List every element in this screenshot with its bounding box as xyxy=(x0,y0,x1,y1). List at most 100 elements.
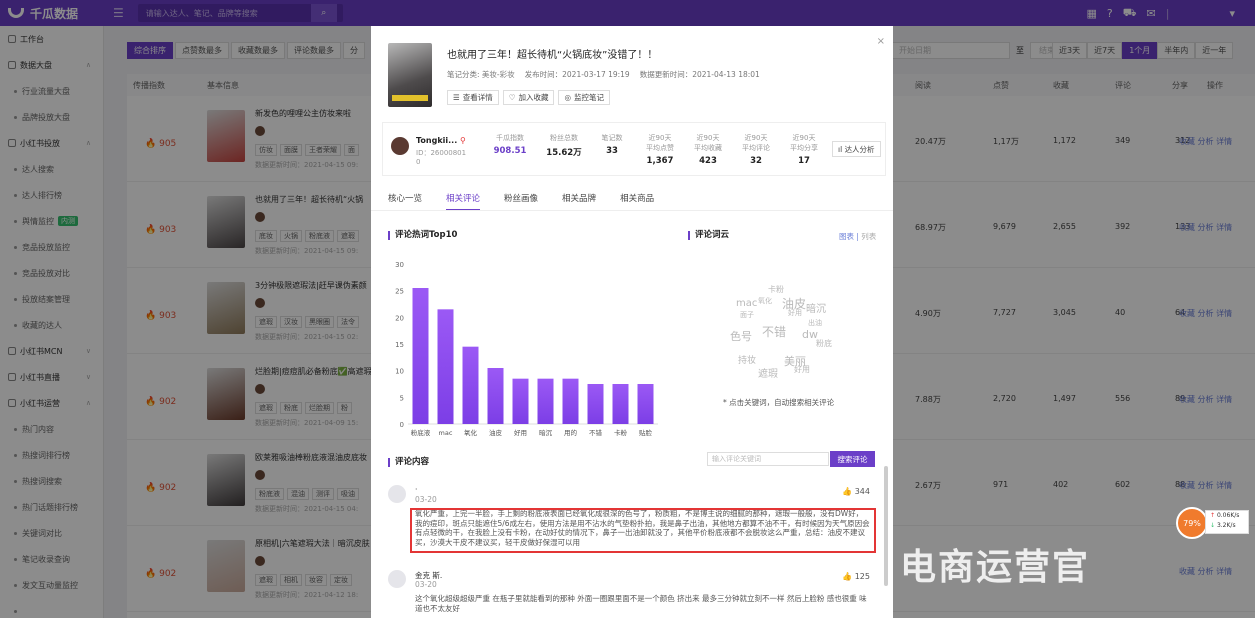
upload-arrow-icon: ↑ xyxy=(1210,512,1216,519)
y-tick-label: 25 xyxy=(395,288,404,296)
bar xyxy=(612,384,629,424)
bar xyxy=(512,378,529,424)
toggle-chart[interactable]: 图表 xyxy=(839,232,854,241)
view-details-button[interactable]: ☰ 查看详情 xyxy=(447,90,499,105)
cloud-word[interactable]: 暗沉 xyxy=(806,300,826,315)
bar xyxy=(537,378,554,424)
monitor-icon: ◎ xyxy=(564,93,572,102)
word-cloud-tip: * 点击关键词，自动搜索相关评论 xyxy=(723,398,835,407)
x-tick-label: mac xyxy=(439,429,453,437)
x-tick-label: 卡粉 xyxy=(614,428,628,437)
kol-stat-value: 33 xyxy=(606,146,618,156)
thumb-up-icon: 👍 xyxy=(842,487,853,496)
cloud-word[interactable]: 色号 xyxy=(730,328,752,344)
watermark: 电商运营官 xyxy=(900,546,1091,588)
kol-stat: 近90天 平均收藏 423 xyxy=(685,133,731,166)
kol-stat-value: 32 xyxy=(750,156,762,166)
cloud-word[interactable]: mac xyxy=(736,298,757,309)
y-tick-label: 0 xyxy=(400,421,404,429)
detail-tabs: 核心一览 相关评论 粉丝画像 相关品牌 相关商品 xyxy=(388,192,654,211)
comment-search-input[interactable]: 输入评论关键词 xyxy=(707,452,829,466)
cloud-word[interactable]: 好用 xyxy=(794,364,810,375)
note-update-time: 数据更新时间：2021-04-13 18:01 xyxy=(639,70,760,79)
kol-stat: 粉丝总数 15.62万 xyxy=(541,133,587,158)
y-tick-label: 30 xyxy=(395,261,404,269)
y-tick-label: 10 xyxy=(395,368,404,376)
comment-date: 03-20 xyxy=(415,580,437,589)
bar xyxy=(462,346,479,424)
comments-scrollbar[interactable] xyxy=(884,466,888,586)
cloud-word[interactable]: 遮瑕 xyxy=(758,365,778,380)
doc-icon: ☰ xyxy=(453,93,460,102)
y-tick-label: 15 xyxy=(395,341,404,349)
download-arrow-icon: ↓ xyxy=(1210,522,1216,529)
kol-stat-value: 15.62万 xyxy=(546,148,582,158)
toggle-list[interactable]: 列表 xyxy=(861,232,876,241)
cloud-word[interactable]: 氧化 xyxy=(758,296,772,306)
comments-title: 评论内容 xyxy=(388,458,429,467)
kol-name[interactable]: Tongkii... ⚲ xyxy=(416,136,466,145)
hot-words-title: 评论热词Top10 xyxy=(388,231,457,240)
x-tick-label: 好用 xyxy=(514,428,527,437)
kol-card: Tongkii... ⚲ ID：26000801 0 千瓜指数 908.51 粉丝总… xyxy=(382,122,886,176)
hot-words-bar-chart: 0 5 10 15 20 25 30 粉底液 mac 氧化 油皮 好用 暗沉 用的 不错 卡粉 贴脸 xyxy=(395,261,658,437)
detail-tab[interactable]: 相关商品 xyxy=(620,192,654,211)
pin-icon: ⚲ xyxy=(460,136,466,145)
network-speed: ↑ 0.06K/s ↓ 3.2K/s xyxy=(1205,510,1249,534)
x-tick-label: 氧化 xyxy=(464,428,478,437)
x-tick-label: 暗沉 xyxy=(539,428,553,437)
cloud-word[interactable]: 好用 xyxy=(788,308,802,318)
cloud-word[interactable]: 粉底 xyxy=(816,338,832,349)
bar xyxy=(587,384,604,424)
note-meta: 笔记分类: 美妆-彩妆 发布时间：2021-03-17 19:19 数据更新时间… xyxy=(447,69,760,80)
x-tick-label: 用的 xyxy=(564,428,578,437)
x-tick-label: 油皮 xyxy=(489,428,503,437)
kol-stat: 近90天 平均分享 17 xyxy=(781,133,827,166)
x-tick-label: 不错 xyxy=(589,428,603,437)
x-tick-label: 贴脸 xyxy=(639,428,653,437)
y-tick-label: 5 xyxy=(400,394,404,402)
kol-id: ID：26000801 0 xyxy=(416,149,467,166)
tab-divider xyxy=(371,210,893,211)
detail-tab[interactable]: 相关品牌 xyxy=(562,192,596,211)
cloud-word[interactable]: 出油 xyxy=(808,318,822,328)
bar-chart-icon: ıl xyxy=(838,144,843,154)
kol-stat: 笔记数 33 xyxy=(589,133,635,156)
detail-tab[interactable]: 核心一览 xyxy=(388,192,422,211)
y-tick-label: 20 xyxy=(395,314,404,322)
comment-search-button[interactable]: 搜索评论 xyxy=(830,451,875,467)
bar xyxy=(437,309,454,424)
kol-stat-value: 1,367 xyxy=(646,156,674,166)
comment-likes: 👍 125 xyxy=(842,572,870,581)
note-actions: ☰ 查看详情 ♡ 加入收藏 ◎ 监控笔记 xyxy=(447,90,611,105)
kol-stat-value: 908.51 xyxy=(493,146,527,156)
kol-analyze-button[interactable]: ıl 达人分析 xyxy=(832,141,881,157)
kol-avatar[interactable] xyxy=(391,137,409,155)
comment-text: 这个氧化超级超级严重 在瓶子里就能看到的那种 外面一圈跟里面不是一个颜色 挤出来… xyxy=(415,594,867,613)
monitor-note-button[interactable]: ◎ 监控笔记 xyxy=(558,90,611,105)
bar xyxy=(637,384,654,424)
cloud-word[interactable]: 持妆 xyxy=(738,353,756,366)
cloud-word[interactable]: 卡粉 xyxy=(768,284,784,295)
cloud-word[interactable]: 不错 xyxy=(762,323,786,340)
detail-tab[interactable]: 粉丝画像 xyxy=(504,192,538,211)
network-monitor-badge[interactable]: 79% xyxy=(1176,507,1208,539)
add-favorite-button[interactable]: ♡ 加入收藏 xyxy=(502,90,555,105)
cloud-word[interactable]: 面子 xyxy=(740,310,754,320)
kol-stat-value: 17 xyxy=(798,156,810,166)
bar xyxy=(487,368,504,424)
kol-stat: 近90天 平均点赞 1,367 xyxy=(637,133,683,166)
kol-stat-value: 423 xyxy=(699,156,717,166)
kol-stat: 近90天 平均评论 32 xyxy=(733,133,779,166)
x-tick-label: 粉底液 xyxy=(411,428,431,437)
commenter-avatar xyxy=(388,485,406,503)
bar xyxy=(562,378,579,424)
note-category: 笔记分类: 美妆-彩妆 xyxy=(447,70,515,79)
detail-tab[interactable]: 相关评论 xyxy=(446,192,481,211)
note-title: 也就用了三年！超长待机“火锅底妆”没错了！！ xyxy=(447,50,658,61)
comment-date: 03-20 xyxy=(415,495,437,504)
thumb-up-icon: 👍 xyxy=(842,572,853,581)
view-toggle: 图表 | 列表 xyxy=(839,232,877,241)
heart-icon: ♡ xyxy=(508,93,516,102)
close-icon[interactable]: × xyxy=(877,36,885,47)
